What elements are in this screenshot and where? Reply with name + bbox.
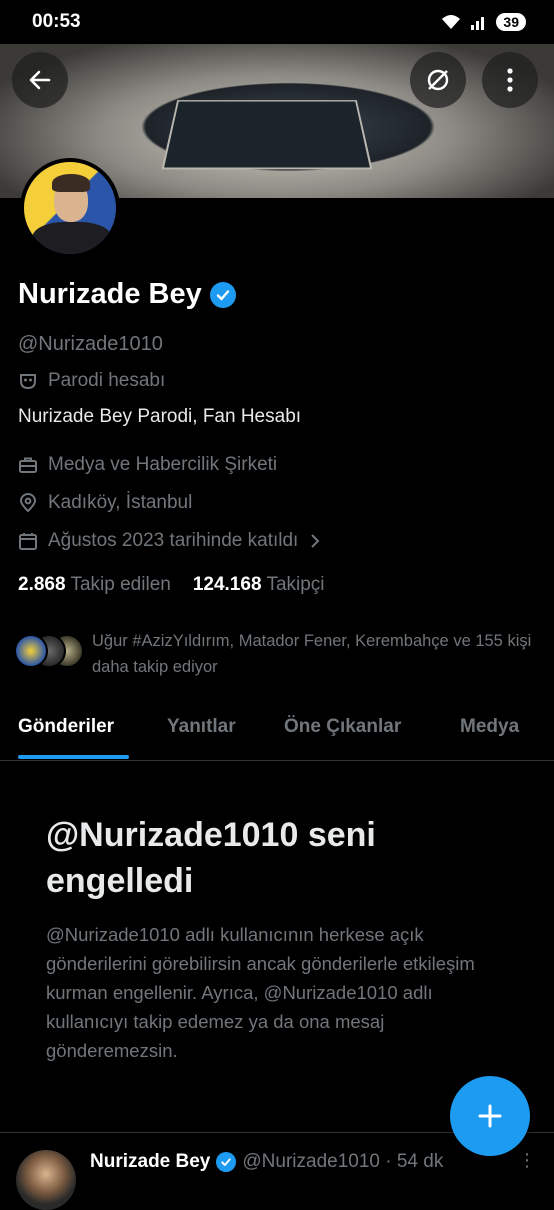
profile-location: Kadıköy, İstanbul — [48, 492, 193, 513]
followed-by-text: Uğur #AzizYıldırım, Matador Fener, Kerem… — [92, 632, 532, 676]
profile-bio: Nurizade Bey Parodi, Fan Hesabı — [18, 406, 302, 427]
tab-media[interactable]: Medya — [460, 716, 519, 738]
signal-icon — [471, 17, 485, 30]
follower-avatars — [14, 628, 84, 668]
followed-by[interactable]: Uğur #AzizYıldırım, Matador Fener, Kerem… — [14, 628, 542, 680]
more-vertical-icon — [507, 68, 513, 92]
profile-tabs: Gönderiler Yanıtlar Öne Çıkanlar Medya — [0, 700, 554, 761]
tab-posts[interactable]: Gönderiler — [18, 716, 114, 738]
more-button[interactable] — [482, 52, 538, 108]
location-pin-icon — [19, 493, 37, 513]
avatar — [14, 634, 48, 668]
wifi-icon — [442, 15, 461, 29]
followers-label: Takipçi — [266, 574, 325, 595]
post-avatar[interactable] — [16, 1150, 76, 1210]
parody-row: Parodi hesabı — [18, 370, 165, 392]
chevron-right-icon — [311, 534, 320, 548]
profile-joined: Ağustos 2023 tarihinde katıldı — [48, 530, 299, 551]
followers-link[interactable]: 124.168 Takipçi — [193, 574, 325, 596]
briefcase-icon — [19, 457, 37, 473]
profile-name-row: Nurizade Bey — [18, 278, 236, 311]
compose-button[interactable] — [450, 1076, 530, 1156]
category-row: Medya ve Habercilik Şirketi — [18, 454, 277, 476]
post-header: Nurizade Bey @Nurizade1010 · 54 dk — [90, 1151, 443, 1173]
following-link[interactable]: 2.868 Takip edilen — [18, 574, 171, 596]
following-label: Takip edilen — [70, 574, 171, 595]
status-bar: 00:53 39 — [0, 0, 554, 44]
mask-icon — [20, 374, 36, 390]
joined-row[interactable]: Ağustos 2023 tarihinde katıldı — [18, 530, 322, 552]
post-meta: @Nurizade1010 · 54 dk — [242, 1151, 444, 1172]
profile-avatar[interactable] — [20, 158, 120, 258]
profile-category: Medya ve Habercilik Şirketi — [48, 454, 278, 475]
banner-stadium — [161, 100, 373, 170]
arrow-left-icon — [29, 70, 51, 90]
status-time: 00:53 — [32, 11, 81, 32]
tab-replies[interactable]: Yanıtlar — [167, 716, 236, 738]
post-author-name[interactable]: Nurizade Bey — [90, 1151, 210, 1173]
blocked-title: @Nurizade1010 seni engelledi — [46, 816, 376, 900]
verified-badge-icon — [216, 1152, 237, 1172]
plus-icon — [478, 1104, 502, 1128]
back-button[interactable] — [12, 52, 68, 108]
status-icons: 39 — [440, 13, 526, 31]
location-row: Kadıköy, İstanbul — [18, 492, 192, 514]
grok-button[interactable] — [410, 52, 466, 108]
following-count: 2.868 — [18, 574, 66, 595]
blocked-description: @Nurizade1010 adlı kullanıcının herkese … — [46, 924, 475, 1061]
follow-counts: 2.868 Takip edilen 124.168 Takipçi — [18, 574, 325, 596]
parody-label: Parodi hesabı — [48, 370, 166, 391]
profile-handle: @Nurizade1010 — [18, 333, 163, 355]
profile-name: Nurizade Bey — [18, 278, 202, 310]
verified-badge-icon[interactable] — [209, 281, 236, 308]
tab-highlights[interactable]: Öne Çıkanlar — [284, 716, 401, 738]
followers-count: 124.168 — [192, 574, 262, 595]
battery-icon: 39 — [496, 13, 526, 31]
post-more-icon[interactable]: ⋮ — [518, 1150, 536, 1171]
calendar-icon — [19, 533, 37, 550]
active-tab-indicator — [18, 755, 129, 759]
grok-icon — [427, 69, 449, 91]
